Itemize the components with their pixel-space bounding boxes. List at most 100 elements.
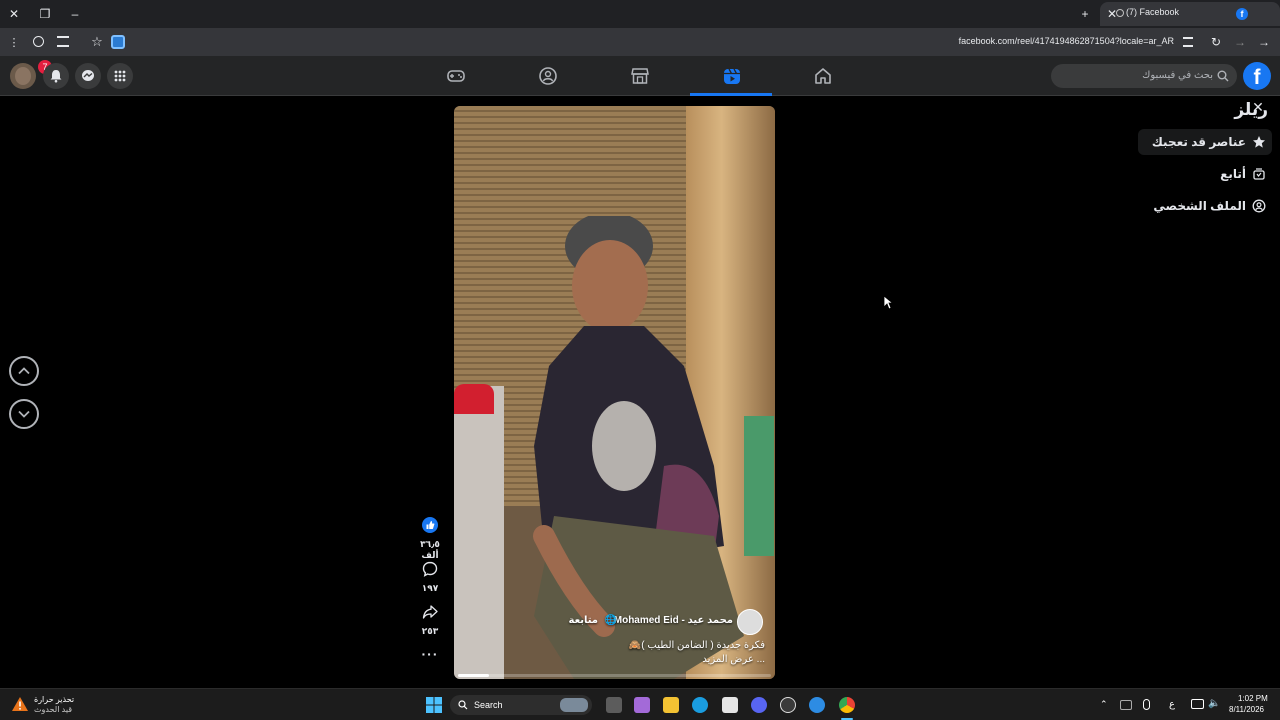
- chrome-icon[interactable]: [839, 697, 855, 713]
- clock-date: 8/11/2026: [1229, 705, 1264, 714]
- groups-icon[interactable]: [538, 66, 558, 86]
- copilot-icon[interactable]: [634, 697, 650, 713]
- taskbar-search[interactable]: Search: [450, 695, 592, 715]
- store-icon[interactable]: [722, 697, 738, 713]
- minimize-window-icon[interactable]: –: [67, 6, 83, 22]
- sidebar-item-label: أتابع: [1220, 167, 1246, 181]
- gaming-icon[interactable]: [446, 66, 466, 86]
- comment-icon: [422, 561, 438, 577]
- comments-count: ١٩٧: [421, 583, 439, 593]
- chevron-up-icon: [18, 367, 30, 375]
- next-reel-button[interactable]: [9, 399, 39, 429]
- reels-icon[interactable]: [722, 66, 742, 86]
- reading-list-icon[interactable]: [57, 36, 69, 47]
- search-icon: [458, 700, 468, 710]
- profile-icon[interactable]: [33, 36, 44, 47]
- reload-icon[interactable]: ↻: [1208, 34, 1224, 50]
- search-input[interactable]: بحث في فيسبوك: [1051, 64, 1237, 88]
- video-progress-fill: [458, 674, 490, 677]
- shares-count: ٢٥٣: [421, 626, 439, 636]
- reel-caption: فكرة جديدة ( الضامن الطيب )🙈: [628, 640, 765, 651]
- microphone-icon[interactable]: [1143, 699, 1150, 710]
- search-placeholder: بحث في فيسبوك: [1142, 70, 1213, 81]
- display-icon[interactable]: [1191, 699, 1204, 709]
- menu-button[interactable]: [107, 63, 133, 89]
- grid-menu-icon: [114, 70, 126, 82]
- bookmark-star-icon[interactable]: ☆: [89, 34, 105, 50]
- volume-icon[interactable]: 🔈: [1208, 698, 1220, 709]
- taskbar-search-label: Search: [474, 700, 503, 710]
- facebook-favicon-icon: f: [1236, 8, 1248, 20]
- globe-icon: 🌐: [604, 615, 617, 626]
- share-icon: [422, 605, 438, 619]
- author-name[interactable]: محمد عيد - Mohamed Eid: [614, 615, 733, 626]
- close-icon[interactable]: ✕: [1251, 100, 1265, 114]
- settings-gear-icon[interactable]: [780, 697, 796, 713]
- address-bar-url[interactable]: facebook.com/reel/4174194862871504?local…: [959, 36, 1174, 46]
- weather-subtitle: قيد الحدوث: [34, 705, 73, 714]
- profile-icon: [1252, 199, 1266, 213]
- extension-icon[interactable]: [111, 35, 125, 49]
- video-progress-bar[interactable]: [458, 674, 771, 677]
- browser-toolbar: ⋮ ☆ facebook.com/reel/4174194862871504?l…: [0, 28, 1280, 56]
- video-person: [533, 216, 744, 679]
- sidebar-item-label: الملف الشخصي: [1153, 199, 1246, 213]
- reel-video[interactable]: محمد عيد - Mohamed Eid 🌐 متابعة فكرة جدي…: [454, 106, 775, 679]
- task-view-icon[interactable]: [606, 697, 622, 713]
- likes-count: ٣٦٫٥ ألف: [420, 539, 440, 560]
- language-indicator[interactable]: ع: [1169, 699, 1175, 710]
- share-button[interactable]: ٢٥٣: [416, 604, 444, 637]
- sidebar-item-label: عناصر قد تعجبك: [1151, 135, 1246, 149]
- tab-audio-icon: [1116, 9, 1124, 17]
- like-button[interactable]: ٣٦٫٥ ألف: [416, 517, 444, 561]
- weather-title[interactable]: تحذير حرارة: [34, 695, 74, 704]
- facebook-header: 7: [0, 56, 1280, 96]
- site-settings-icon[interactable]: [1183, 37, 1193, 47]
- star-icon: [1253, 136, 1265, 148]
- bell-icon: [50, 70, 62, 83]
- marketplace-icon[interactable]: [630, 66, 650, 86]
- edge-icon[interactable]: [692, 697, 708, 713]
- video-green-railing: [744, 416, 774, 556]
- like-icon: [422, 517, 438, 533]
- clock-time[interactable]: 1:02 PM: [1238, 694, 1268, 703]
- tab-title: (7) Facebook: [1126, 7, 1180, 17]
- forward-icon[interactable]: →: [1232, 34, 1248, 50]
- chevron-down-icon: [18, 410, 30, 418]
- video-figure-shirt: [454, 384, 494, 414]
- file-explorer-icon[interactable]: [663, 697, 679, 713]
- facebook-logo-icon[interactable]: f: [1243, 62, 1271, 90]
- follow-button[interactable]: متابعة: [569, 615, 599, 626]
- messenger-icon: [82, 70, 94, 81]
- restore-window-icon[interactable]: ❐: [37, 6, 53, 22]
- sidebar-item-for-you[interactable]: عناصر قد تعجبك: [1138, 129, 1272, 155]
- back-icon[interactable]: →: [1256, 34, 1272, 50]
- author-avatar[interactable]: [737, 609, 763, 635]
- search-highlight-icon: [560, 698, 588, 712]
- active-tab-indicator: [690, 93, 772, 96]
- windows-start-icon[interactable]: [426, 697, 442, 713]
- avatar[interactable]: [10, 63, 36, 89]
- notifications-button[interactable]: [43, 63, 69, 89]
- taskbar: تحذير حرارة قيد الحدوث Search ⌃ ع 🔈 1:02…: [0, 688, 1280, 720]
- new-tab-icon[interactable]: +: [1077, 6, 1093, 22]
- comment-button[interactable]: ١٩٧: [416, 561, 444, 594]
- browser-tab[interactable]: ✕ (7) Facebook f: [1100, 2, 1280, 26]
- following-icon: [1253, 168, 1265, 180]
- discord-icon[interactable]: [751, 697, 767, 713]
- messenger-button[interactable]: [75, 63, 101, 89]
- network-icon[interactable]: [1120, 700, 1132, 710]
- chevron-up-icon[interactable]: ⌃: [1100, 699, 1108, 710]
- browser-tab-strip: ✕ ❐ – + ✕ (7) Facebook f: [0, 0, 1280, 28]
- search-icon: [1217, 70, 1229, 82]
- browser-menu-icon[interactable]: ⋮: [6, 35, 22, 51]
- more-options-icon[interactable]: ···: [416, 646, 444, 662]
- sidebar-item-profile[interactable]: الملف الشخصي: [1138, 193, 1272, 219]
- see-more-link[interactable]: ... عرض المزيد: [702, 654, 765, 665]
- previous-reel-button[interactable]: [9, 356, 39, 386]
- sidebar-item-following[interactable]: أتابع: [1138, 161, 1272, 187]
- home-icon[interactable]: [813, 66, 833, 86]
- close-window-icon[interactable]: ✕: [6, 6, 22, 22]
- cursor-icon: [883, 295, 893, 310]
- app-icon[interactable]: [809, 697, 825, 713]
